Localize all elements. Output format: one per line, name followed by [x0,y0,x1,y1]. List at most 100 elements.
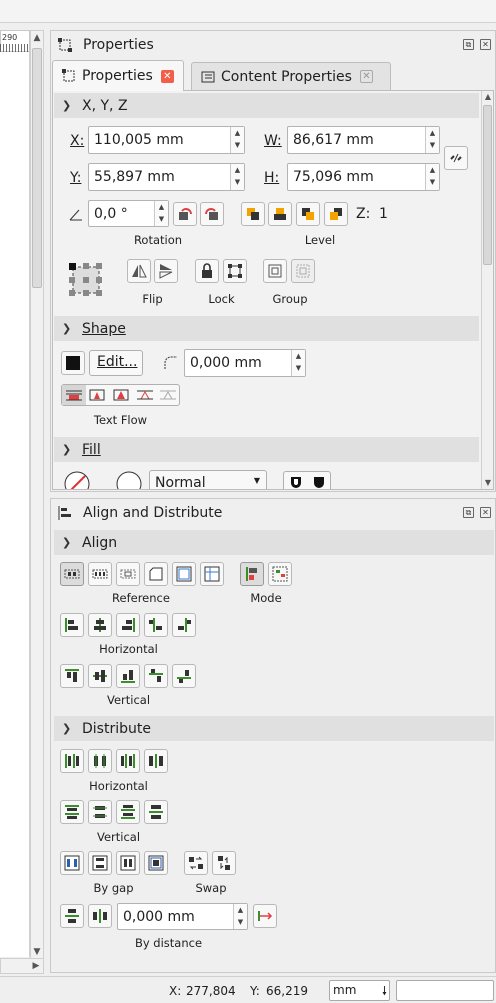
reference-group-button[interactable] [116,562,140,586]
scroll-down-icon[interactable]: ▼ [31,946,43,958]
spinner-arrows-icon[interactable]: ▲ ▼ [230,127,244,153]
height-field[interactable]: 75,096 mm ▲ ▼ [287,163,440,191]
swap-vertical-button[interactable] [212,851,236,875]
x-position-field[interactable]: 110,005 mm ▲ ▼ [88,126,245,154]
spinner-arrows-icon[interactable]: ▲ ▼ [154,201,168,226]
distribute-spacing-h-button[interactable] [144,749,168,773]
gap-margins-vertical-button[interactable] [144,851,168,875]
scroll-down-icon[interactable]: ▼ [482,477,493,489]
reference-guides-button[interactable] [200,562,224,586]
gap-page-horizontal-button[interactable] [60,851,84,875]
float-panel-icon[interactable]: ⧉ [463,507,474,518]
float-panel-icon[interactable]: ⧉ [463,39,474,50]
no-fill-icon[interactable] [63,470,91,490]
spinner-arrows-icon[interactable]: ▲ ▼ [291,350,305,376]
canvas-vertical-scrollbar[interactable]: ▲ ▼ [30,30,44,960]
spinner-arrows-icon[interactable]: ▲ ▼ [425,164,439,190]
tab-content-properties[interactable]: Content Properties ✕ [191,62,391,90]
text-flow-contour-button[interactable] [133,385,157,405]
align-top-button[interactable] [60,664,84,688]
distance-horizontal-button[interactable] [60,904,84,928]
distribute-center-h-button[interactable] [88,749,112,773]
ungroup-button[interactable] [291,259,315,283]
section-header-xyz[interactable]: ❯ X, Y, Z [54,93,479,118]
scroll-up-icon[interactable]: ▲ [482,91,493,103]
close-panel-icon[interactable]: ✕ [480,507,491,518]
rotate-counterclockwise-button[interactable] [173,202,197,226]
non-zero-icon[interactable] [312,475,326,489]
scroll-up-icon[interactable]: ▲ [31,32,43,44]
distribute-top-button[interactable] [60,800,84,824]
align-left-to-right-button[interactable] [144,613,168,637]
text-flow-image-clip-button[interactable] [156,385,179,405]
section-header-fill[interactable]: ❯ Fill [54,437,479,462]
align-top-to-bottom-button[interactable] [144,664,168,688]
lock-size-button[interactable] [223,259,247,283]
rotation-field[interactable]: 0,0 ° ▲ ▼ [88,200,169,227]
gap-margins-horizontal-button[interactable] [116,851,140,875]
raise-button[interactable] [268,202,292,226]
section-header-align[interactable]: ❯ Align [54,530,494,555]
rotate-clockwise-button[interactable] [200,202,224,226]
distribute-center-v-button[interactable] [88,800,112,824]
align-title-bar[interactable]: Align and Distribute [51,499,495,527]
zoom-input[interactable] [396,980,494,1001]
text-flow-disabled-button[interactable] [62,385,86,405]
width-field[interactable]: 86,617 mm ▲ ▼ [287,126,440,154]
flip-vertical-button[interactable] [154,259,178,283]
tab-properties[interactable]: Properties ✕ [52,60,184,91]
distribute-bottom-button[interactable] [116,800,140,824]
spinner-arrows-icon[interactable]: ▲ ▼ [230,164,244,190]
align-right-to-left-button[interactable] [172,613,196,637]
blend-mode-select[interactable]: Normal ▼ [149,470,267,489]
canvas-page[interactable] [0,52,30,957]
fill-color-icon[interactable] [115,470,143,490]
basepoint-selector[interactable] [68,262,104,298]
lower-button[interactable] [296,202,320,226]
corner-radius-field[interactable]: 0,000 mm ▲ ▼ [184,349,306,377]
even-odd-icon[interactable] [289,475,303,489]
lower-to-bottom-button[interactable] [324,202,348,226]
distribute-left-button[interactable] [60,749,84,773]
close-tab-icon[interactable]: ✕ [359,70,373,83]
distribute-right-button[interactable] [116,749,140,773]
mode-first-selected-button[interactable] [240,562,264,586]
section-header-shape[interactable]: ❯ Shape [54,316,479,341]
y-position-field[interactable]: 55,897 mm ▲ ▼ [88,163,245,191]
gap-page-vertical-button[interactable] [88,851,112,875]
align-left-button[interactable] [60,613,84,637]
section-header-distribute[interactable]: ❯ Distribute [54,716,494,741]
flip-horizontal-button[interactable] [127,259,151,283]
mode-last-selected-button[interactable] [268,562,292,586]
reference-margins-button[interactable] [172,562,196,586]
distribute-spacing-v-button[interactable] [144,800,168,824]
canvas-horizontal-scrollbar[interactable]: ▶ [0,958,44,974]
close-tab-icon[interactable]: ✕ [160,69,174,83]
reference-objects-button[interactable] [88,562,112,586]
spinner-arrows-icon[interactable]: ▲ ▼ [233,904,247,929]
scroll-right-icon[interactable]: ▶ [30,960,42,972]
distance-direction-button[interactable] [253,904,277,928]
shape-type-button[interactable] [61,351,85,375]
lock-button[interactable] [195,259,219,283]
properties-title-bar[interactable]: Properties [51,31,495,59]
distance-field[interactable]: 0,000 mm ▲ ▼ [117,903,248,930]
align-right-button[interactable] [116,613,140,637]
align-center-vertical-button[interactable] [88,664,112,688]
edit-group-button[interactable] [263,259,287,283]
reference-selection-button[interactable] [60,562,84,586]
spinner-arrows-icon[interactable]: ▲ ▼ [425,127,439,153]
scrollbar-thumb[interactable] [32,48,42,288]
edit-shape-button[interactable]: Edit... [89,350,143,376]
keep-ratio-button[interactable] [444,146,468,170]
scrollbar-thumb[interactable] [483,105,492,265]
properties-scrollbar[interactable]: ▲ ▼ [481,91,493,489]
close-panel-icon[interactable]: ✕ [480,39,491,50]
swap-horizontal-button[interactable] [184,851,208,875]
unit-select[interactable]: mm 🠗 [329,980,390,1001]
fill-rule-group[interactable] [283,471,331,489]
reference-page-button[interactable] [144,562,168,586]
text-flow-box-button[interactable] [109,385,133,405]
text-flow-frame-button[interactable] [86,385,110,405]
align-center-horizontal-button[interactable] [88,613,112,637]
